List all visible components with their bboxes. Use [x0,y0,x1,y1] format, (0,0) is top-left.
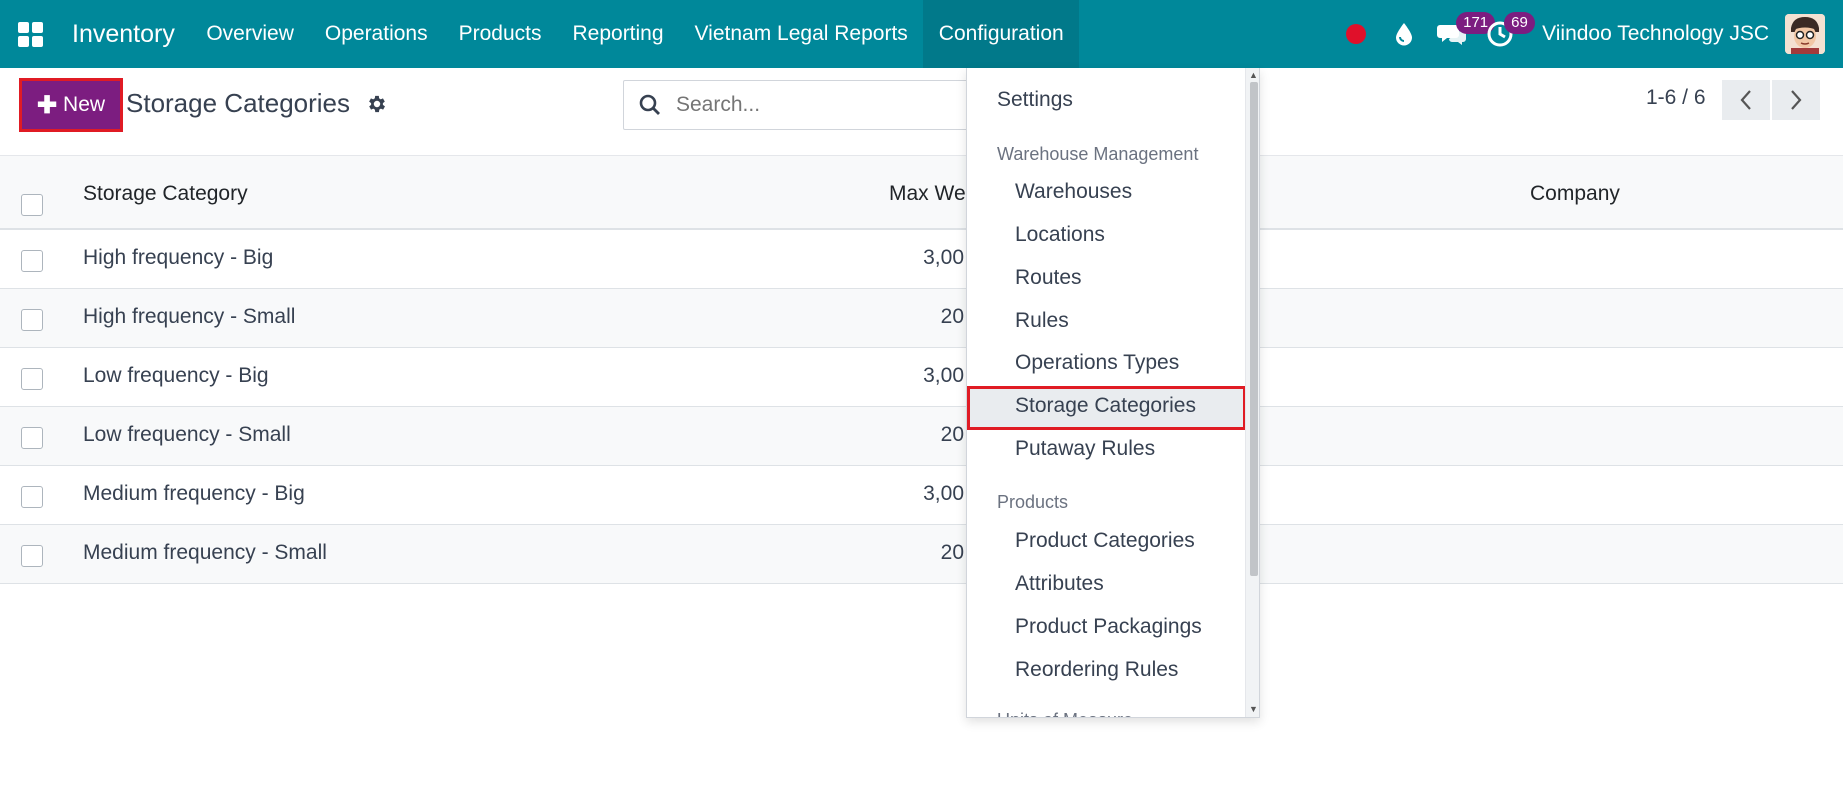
user-avatar[interactable] [1785,14,1825,54]
new-button-label: New [63,93,106,116]
chevron-left-icon [1740,90,1751,110]
row-checkbox[interactable] [21,309,43,331]
table-row[interactable]: High frequency - Small 20 [0,289,1843,348]
top-navbar: Inventory Overview Operations Products R… [0,0,1843,68]
cell-storage-category: High frequency - Small [83,305,296,328]
pager-next-button[interactable] [1772,80,1820,120]
menu-item-putaway-rules[interactable]: Putaway Rules [1015,437,1155,461]
menu-item-product-categories[interactable]: Product Categories [1015,529,1195,553]
menu-item-rules[interactable]: Rules [1015,309,1069,333]
list-view: Storage Category Max We Company High fre… [0,156,1843,584]
table-row[interactable]: Medium frequency - Big 3,00 [0,466,1843,525]
column-company[interactable]: Company [1530,182,1620,206]
systray: 171 69 Viindoo Technology JSC [1332,0,1843,68]
list-header: Storage Category Max We Company [0,156,1843,230]
menu-section-units-of-measure: Units of Measure [997,710,1133,717]
app-brand[interactable]: Inventory [60,20,191,49]
scroll-up-icon[interactable]: ▲ [1249,70,1258,80]
search-input[interactable] [676,93,976,117]
activity-clock-icon[interactable]: 69 [1480,0,1535,68]
cell-storage-category: Low frequency - Small [83,423,291,446]
configuration-dropdown: Settings Warehouse Management Warehouses… [966,68,1260,718]
new-button[interactable]: ✚ New [19,78,123,132]
company-switcher[interactable]: Viindoo Technology JSC [1524,22,1785,46]
row-checkbox[interactable] [21,545,43,567]
cell-storage-category: Low frequency - Big [83,364,269,387]
menu-item-attributes[interactable]: Attributes [1015,572,1104,596]
cell-max-weight: 3,00 [923,364,964,387]
row-checkbox[interactable] [21,250,43,272]
scroll-down-icon[interactable]: ▼ [1249,704,1258,714]
cell-storage-category: Medium frequency - Small [83,541,327,564]
table-row[interactable]: Low frequency - Small 20 [0,407,1843,466]
column-max-weight[interactable]: Max We [889,182,966,206]
cell-storage-category: High frequency - Big [83,246,274,269]
cell-max-weight: 3,00 [923,482,964,505]
menu-item-storage-categories[interactable]: Storage Categories [1015,394,1196,418]
nav-overview[interactable]: Overview [191,0,310,68]
cell-max-weight: 3,00 [923,246,964,269]
search-icon [639,94,660,115]
row-checkbox[interactable] [21,368,43,390]
menu-item-routes[interactable]: Routes [1015,266,1082,290]
scrollbar-thumb[interactable] [1250,82,1258,576]
menu-item-operations-types[interactable]: Operations Types [1015,351,1179,375]
table-row[interactable]: Low frequency - Big 3,00 [0,348,1843,407]
app-menu-icon[interactable] [0,0,60,68]
nav-vietnam-legal-reports[interactable]: Vietnam Legal Reports [679,0,923,68]
menu-section-products: Products [997,492,1069,512]
cell-max-weight: 20 [940,423,964,446]
nav-reporting[interactable]: Reporting [557,0,679,68]
nav-operations[interactable]: Operations [309,0,443,68]
cell-storage-category: Medium frequency - Big [83,482,305,505]
table-row[interactable]: High frequency - Big 3,00 [0,230,1843,289]
menu-item-settings[interactable]: Settings [997,88,1073,112]
droplet-icon[interactable] [1384,0,1424,68]
gear-icon[interactable] [366,93,388,115]
nav-products[interactable]: Products [443,0,557,68]
select-all-checkbox[interactable] [21,194,43,216]
pager-previous-button[interactable] [1722,80,1770,120]
messages-icon[interactable]: 171 [1432,0,1496,68]
menu-section-warehouse-management: Warehouse Management [997,144,1199,164]
chevron-right-icon [1791,90,1802,110]
menu-item-locations[interactable]: Locations [1015,223,1105,247]
activities-badge: 69 [1504,12,1535,34]
cell-max-weight: 20 [940,541,964,564]
recording-icon[interactable] [1336,0,1376,68]
table-row[interactable]: Medium frequency - Small 20 [0,525,1843,584]
plus-icon: ✚ [36,91,58,119]
pager-value[interactable]: 1-6 / 6 [1646,86,1706,110]
nav-configuration[interactable]: Configuration [923,0,1080,68]
menu-item-warehouses[interactable]: Warehouses [1015,180,1132,204]
menu-item-product-packagings[interactable]: Product Packagings [1015,615,1202,639]
row-checkbox[interactable] [21,486,43,508]
dropdown-scrollbar[interactable]: ▲ ▼ [1245,68,1259,717]
column-storage-category[interactable]: Storage Category [83,182,248,206]
menu-item-reordering-rules[interactable]: Reordering Rules [1015,658,1178,682]
cell-max-weight: 20 [940,305,964,328]
row-checkbox[interactable] [21,427,43,449]
control-panel: ✚ New Storage Categories 1-6 / 6 [0,68,1843,156]
page-title: Storage Categories [126,88,351,118]
